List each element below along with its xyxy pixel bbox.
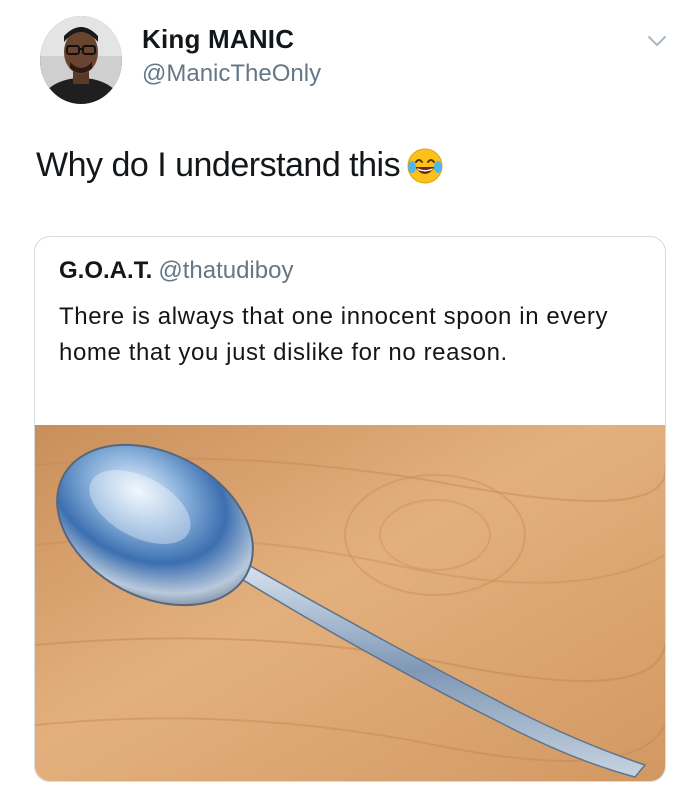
face-with-tears-of-joy-icon xyxy=(407,148,443,183)
quote-media[interactable] xyxy=(35,425,665,781)
quote-text: There is always that one innocent spoon … xyxy=(59,303,609,366)
avatar[interactable] xyxy=(40,16,122,104)
quote-header: G.O.A.T. @thatudiboy xyxy=(59,257,293,285)
spoon-photo xyxy=(35,425,665,781)
quote-username[interactable]: @thatudiboy xyxy=(158,257,293,284)
tweet-header: King MANIC @ManicTheOnly xyxy=(36,14,676,114)
quoted-tweet-card[interactable]: G.O.A.T. @thatudiboy There is always that… xyxy=(34,236,666,782)
quote-display-name[interactable]: G.O.A.T. xyxy=(59,257,152,284)
tweet-text: Why do I understand this xyxy=(36,146,444,185)
tweet-body: Why do I understand this xyxy=(36,146,401,184)
chevron-down-icon[interactable] xyxy=(646,32,668,50)
display-name[interactable]: King MANIC xyxy=(142,24,294,55)
avatar-photo xyxy=(40,16,122,104)
username[interactable]: @ManicTheOnly xyxy=(142,60,321,88)
